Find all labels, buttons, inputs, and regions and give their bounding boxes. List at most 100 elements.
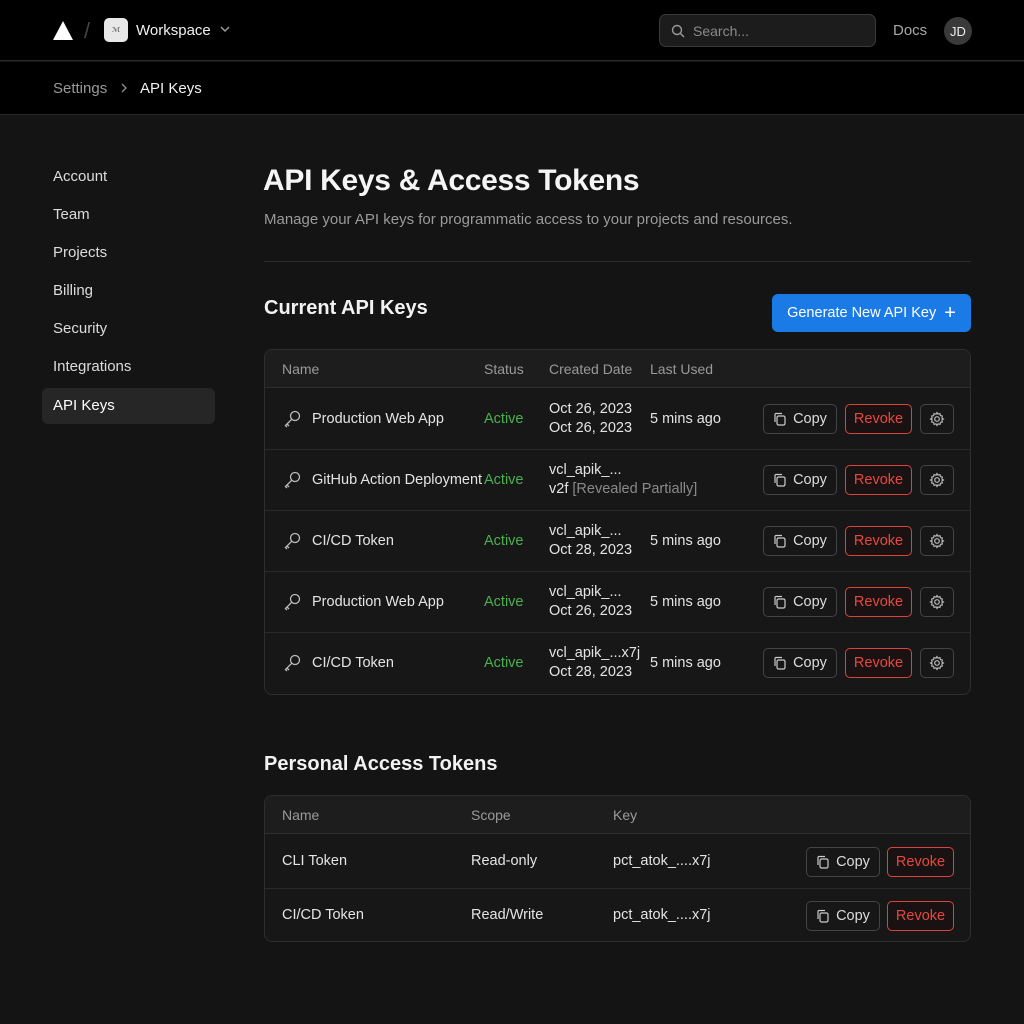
copy-icon <box>774 412 786 426</box>
token-name: CLI Token <box>282 853 348 869</box>
copy-label: Copy <box>793 533 827 549</box>
chevron-down-icon[interactable] <box>218 22 232 36</box>
key-name: GitHub Action Deployment <box>312 472 483 488</box>
workspace-name[interactable]: Workspace <box>136 22 211 39</box>
copy-label: Copy <box>793 472 827 488</box>
key-name: Production Web App <box>312 411 444 427</box>
settings-button[interactable] <box>920 404 954 434</box>
search-icon <box>671 24 685 38</box>
workspace-avatar[interactable]: ℳ <box>104 18 128 42</box>
revoke-button[interactable]: Revoke <box>887 847 954 877</box>
key-icon <box>284 593 301 611</box>
revoke-button[interactable]: Revoke <box>845 465 912 495</box>
key-icon <box>284 471 301 489</box>
key-note: [Revealed Partially] <box>572 481 698 497</box>
key-icon <box>284 410 301 428</box>
revoke-button[interactable]: Revoke <box>845 648 912 678</box>
revoke-button[interactable]: Revoke <box>845 404 912 434</box>
sidebar-item-integrations[interactable]: Integrations <box>42 349 215 385</box>
revoke-button[interactable]: Revoke <box>845 526 912 556</box>
column-header-last-used: Last Used <box>650 361 714 377</box>
gear-icon <box>929 411 945 427</box>
workspace-avatar-text: ℳ <box>111 27 121 34</box>
copy-button[interactable]: Copy <box>763 404 837 434</box>
status-badge: Active <box>484 533 524 549</box>
table-row: Production Web App Active Oct 26, 2023 Oc… <box>265 389 970 450</box>
key-last-used: 5 mins ago <box>650 411 721 427</box>
settings-button[interactable] <box>920 587 954 617</box>
settings-button[interactable] <box>920 648 954 678</box>
revoke-button[interactable]: Revoke <box>845 587 912 617</box>
copy-button[interactable]: Copy <box>763 587 837 617</box>
breadcrumb-settings[interactable]: Settings <box>53 80 107 97</box>
token-scope: Read/Write <box>471 907 544 923</box>
token-key: pct_atok_....x7j <box>613 907 711 923</box>
gear-icon <box>929 472 945 488</box>
column-header-name: Name <box>282 807 320 823</box>
generate-api-key-label: Generate New API Key <box>787 305 937 321</box>
column-header-scope: Scope <box>471 807 511 823</box>
column-header-key: Key <box>613 807 638 823</box>
sidebar-item-api-keys[interactable]: API Keys <box>42 388 215 424</box>
page-title: API Keys & Access Tokens <box>263 164 640 197</box>
key-name: CI/CD Token <box>312 655 394 671</box>
copy-label: Copy <box>793 411 827 427</box>
copy-icon <box>774 595 786 609</box>
gear-icon <box>929 594 945 610</box>
settings-button[interactable] <box>920 526 954 556</box>
key-value-line: vcl_apik_... <box>549 584 622 600</box>
table-row: GitHub Action Deployment Active vcl_apik… <box>265 450 970 511</box>
column-header-name: Name <box>282 361 320 377</box>
revoke-button[interactable]: Revoke <box>887 901 954 931</box>
copy-label: Copy <box>836 854 870 870</box>
chevron-right-icon <box>121 83 127 93</box>
key-date-line: Oct 26, 2023 <box>549 603 633 619</box>
search-box[interactable] <box>659 14 876 47</box>
copy-label: Copy <box>836 908 870 924</box>
settings-button[interactable] <box>920 465 954 495</box>
copy-button[interactable]: Copy <box>763 465 837 495</box>
tokens-table: Name Scope Key CLI Token Read-only pct_a… <box>264 795 971 942</box>
column-header-created: Created Date <box>549 361 633 377</box>
key-date-line: Oct 28, 2023 <box>549 664 633 680</box>
copy-button[interactable]: Copy <box>806 847 880 877</box>
key-last-used: 5 mins ago <box>650 533 721 549</box>
status-badge: Active <box>484 594 524 610</box>
sidebar-item-account[interactable]: Account <box>42 159 215 195</box>
section-title-api-keys: Current API Keys <box>264 297 428 319</box>
api-keys-table: Name Status Created Date Last Used Produ… <box>264 349 971 695</box>
key-last-used: 5 mins ago <box>650 594 721 610</box>
page-subtitle: Manage your API keys for programmatic ac… <box>264 211 793 228</box>
copy-icon <box>817 909 829 923</box>
table-header: Name Scope Key <box>265 796 970 834</box>
key-created: Oct 26, 2023 Oct 26, 2023 <box>549 400 632 438</box>
sidebar-item-projects[interactable]: Projects <box>42 235 215 271</box>
breadcrumb-current: API Keys <box>140 80 202 97</box>
table-row: Production Web App Active vcl_apik_... Oc… <box>265 572 970 633</box>
docs-link[interactable]: Docs <box>893 22 927 39</box>
sidebar-item-billing[interactable]: Billing <box>42 273 215 309</box>
gear-icon <box>929 655 945 671</box>
search-input[interactable] <box>693 21 863 41</box>
key-created: vcl_apik_... Oct 28, 2023 <box>549 522 632 560</box>
copy-icon <box>817 855 829 869</box>
key-value-line: vcl_apik_... <box>549 462 622 478</box>
logo-icon[interactable] <box>53 21 73 40</box>
token-key: pct_atok_....x7j <box>613 853 711 869</box>
key-created: vcl_apik_... v2f [Revealed Partially] <box>549 461 697 499</box>
user-avatar[interactable]: JD <box>944 17 972 45</box>
copy-button[interactable]: Copy <box>763 526 837 556</box>
copy-button[interactable]: Copy <box>763 648 837 678</box>
sidebar-item-security[interactable]: Security <box>42 311 215 347</box>
generate-api-key-button[interactable]: Generate New API Key + <box>772 294 971 332</box>
key-name: CI/CD Token <box>312 533 394 549</box>
copy-button[interactable]: Copy <box>806 901 880 931</box>
key-date-line: Oct 26, 2023 <box>549 420 633 436</box>
copy-label: Copy <box>793 655 827 671</box>
table-header: Name Status Created Date Last Used <box>265 350 970 388</box>
status-badge: Active <box>484 411 524 427</box>
breadcrumb: Settings API Keys <box>0 62 1024 115</box>
plus-icon: + <box>944 302 956 324</box>
sidebar-item-team[interactable]: Team <box>42 197 215 233</box>
key-date-line: Oct 28, 2023 <box>549 542 633 558</box>
